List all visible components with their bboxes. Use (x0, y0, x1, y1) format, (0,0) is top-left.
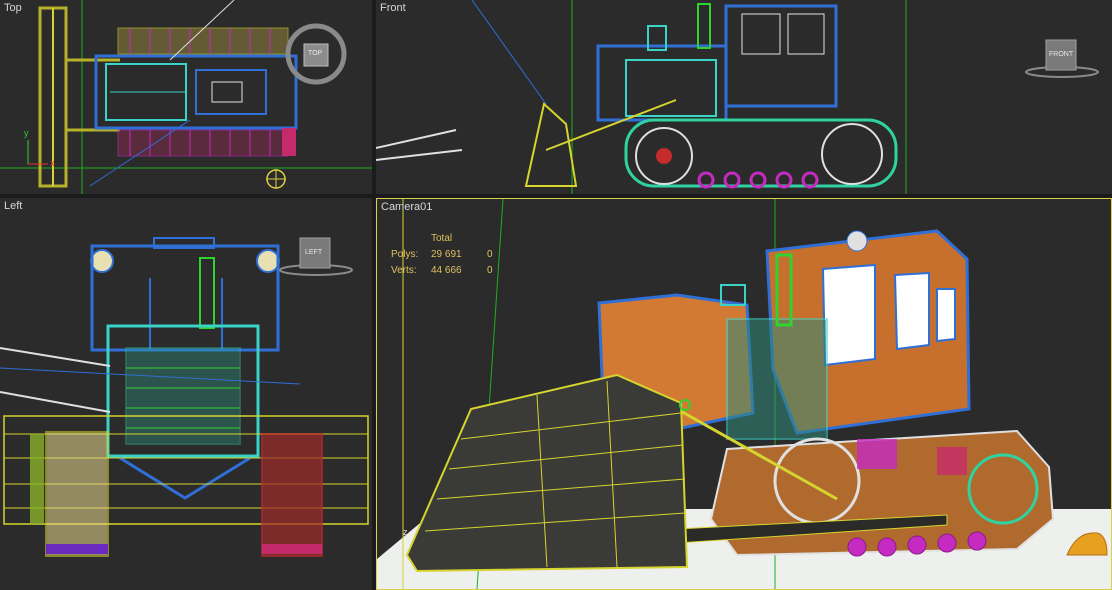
polys-selected: 0 (487, 249, 493, 260)
top-view-wireframe (0, 0, 372, 194)
viewport-label-left[interactable]: Left (4, 200, 22, 212)
viewport-label-top[interactable]: Top (4, 2, 22, 14)
stats-header: Total (431, 233, 453, 244)
axis-x-label: x (50, 158, 55, 168)
viewcube-label-front[interactable]: FRONT (1049, 51, 1073, 58)
axis-z-label: z (403, 527, 408, 537)
viewport-camera[interactable]: Camera01 Total Polys: 29 691 0 Verts: 44… (376, 198, 1112, 590)
viewport-left[interactable]: Left LEFT (0, 198, 372, 590)
viewport-label-front[interactable]: Front (380, 2, 406, 14)
left-view-wireframe (0, 237, 369, 557)
front-view-wireframe (376, 0, 1099, 194)
viewport-top[interactable]: Top TOP y x (0, 0, 372, 194)
axis-y-label: y (24, 128, 29, 138)
viewcube-label-top[interactable]: TOP (308, 50, 322, 57)
scene-statistics: Total Polys: 29 691 0 Verts: 44 666 0 (391, 231, 507, 279)
verts-selected: 0 (487, 265, 493, 276)
viewport-label-camera[interactable]: Camera01 (381, 201, 432, 213)
polys-total: 29 691 (431, 249, 462, 260)
verts-label: Verts: (391, 265, 417, 276)
axis-tripod-icon (27, 140, 48, 165)
verts-total: 44 666 (431, 265, 462, 276)
viewport-front[interactable]: Front FRONT (376, 0, 1112, 194)
viewcube-label-left[interactable]: LEFT (305, 249, 322, 256)
polys-label: Polys: (391, 249, 419, 260)
